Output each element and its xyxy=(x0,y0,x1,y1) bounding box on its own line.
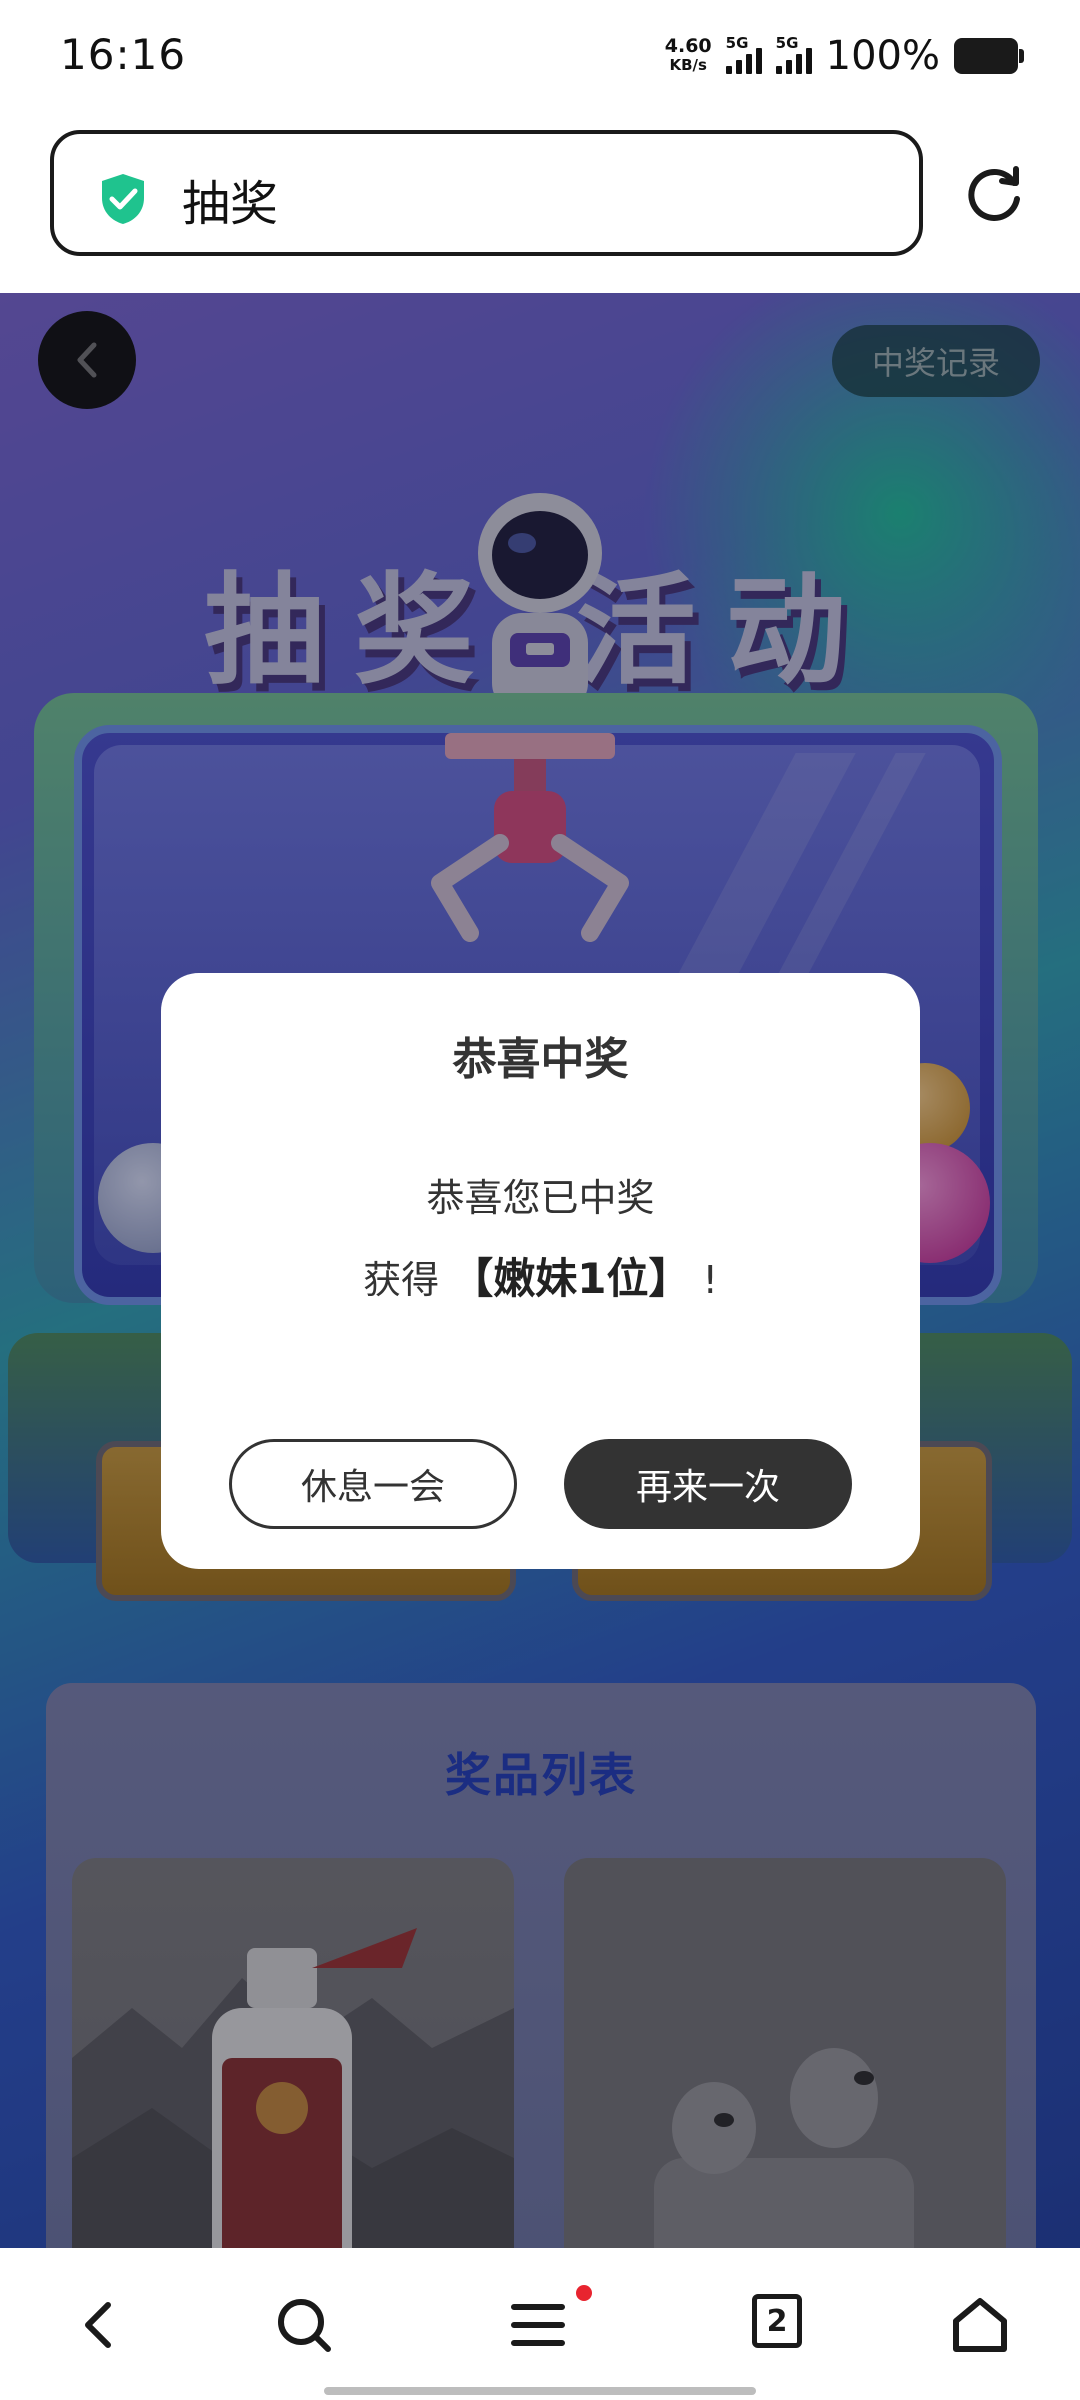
refresh-icon[interactable] xyxy=(964,163,1026,225)
dialog-prize-name: 【嫩妹1位】 xyxy=(451,1254,691,1303)
status-time: 16:16 xyxy=(60,30,187,79)
play-again-button[interactable]: 再来一次 xyxy=(564,1439,852,1529)
status-indicators: 4.60 KB/s 5G 5G 100% xyxy=(665,33,1024,79)
shield-check-icon xyxy=(102,174,144,224)
status-bar: 16:16 4.60 KB/s 5G 5G 100% xyxy=(0,0,1080,115)
dialog-title: 恭喜中奖 xyxy=(452,1034,629,1085)
win-dialog: 恭喜中奖 恭喜您已中奖 获得 【嫩妹1位】 ! 休息一会 再来一次 xyxy=(161,973,920,1569)
dialog-prize-prefix: 获得 xyxy=(363,1258,440,1302)
sim1-label: 5G xyxy=(725,34,749,52)
dialog-prize-suffix: ! xyxy=(702,1258,718,1302)
sim2-label: 5G xyxy=(775,34,799,52)
tab-switcher-button[interactable]: 2 xyxy=(752,2294,802,2348)
network-speed: 4.60 KB/s xyxy=(665,37,712,75)
signal-sim1-icon: 5G xyxy=(725,34,762,74)
dialog-message: 恭喜您已中奖 xyxy=(426,1176,655,1220)
battery-percent: 100% xyxy=(825,33,940,79)
network-speed-value: 4.60 xyxy=(664,35,712,57)
network-speed-unit: KB/s xyxy=(669,56,707,74)
home-indicator[interactable] xyxy=(324,2387,756,2395)
notification-dot xyxy=(576,2285,592,2301)
battery-icon xyxy=(954,38,1024,74)
rest-button[interactable]: 休息一会 xyxy=(229,1439,517,1529)
search-icon[interactable] xyxy=(272,2293,336,2357)
signal-sim2-icon: 5G xyxy=(775,34,812,74)
menu-icon[interactable] xyxy=(506,2293,570,2357)
browser-toolbar: 抽奖 xyxy=(0,115,1080,293)
back-arrow-icon[interactable] xyxy=(68,2293,132,2357)
home-icon[interactable] xyxy=(948,2293,1012,2357)
browser-bottom-nav: 2 xyxy=(0,2248,1080,2400)
page-title: 抽奖 xyxy=(182,176,279,232)
dialog-prize-line: 获得 【嫩妹1位】 ! xyxy=(161,1245,920,1306)
address-bar[interactable]: 抽奖 xyxy=(50,130,923,256)
